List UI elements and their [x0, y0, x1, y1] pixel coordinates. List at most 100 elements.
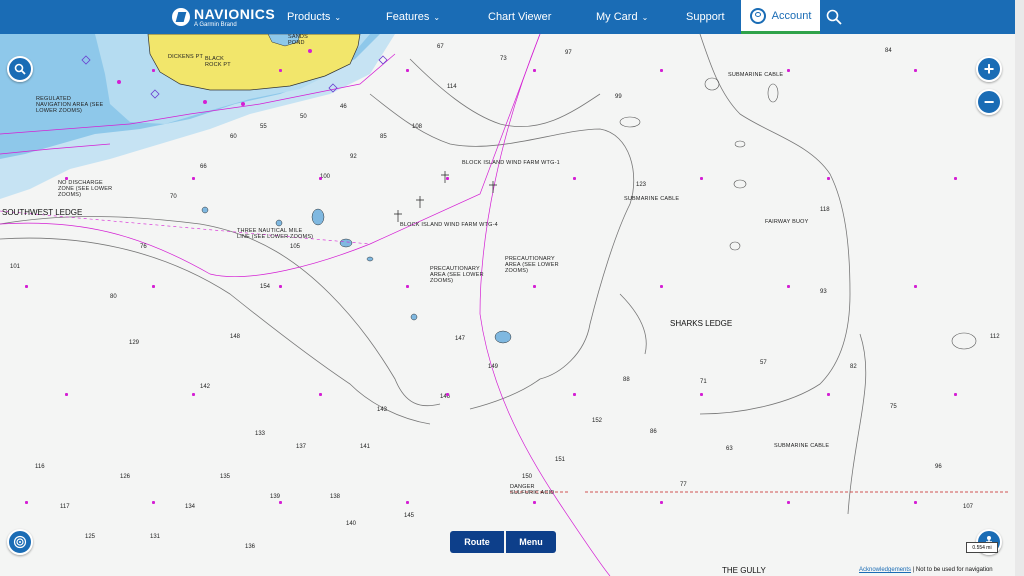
chart-watermark-dot: [660, 69, 663, 72]
depth-sounding: 101: [10, 264, 21, 270]
chart-watermark-dot: [533, 69, 536, 72]
zoom-in-button[interactable]: +: [976, 56, 1002, 82]
depth-sounding: 116: [35, 464, 45, 470]
nav-my-card-label: My Card: [596, 11, 638, 23]
depth-sounding: 114: [447, 84, 457, 90]
three-mile-line-label: THREE NAUTICAL MILE LINE (SEE LOWER ZOOM…: [237, 228, 314, 240]
depth-sounding: 96: [935, 464, 942, 470]
nav-chart-viewer-label: Chart Viewer: [488, 11, 552, 23]
depth-sounding: 80: [110, 294, 117, 300]
zoom-out-icon: −: [983, 91, 995, 112]
chart-watermark-dot: [954, 393, 957, 396]
navionics-logo[interactable]: NAVIONICS A Garmin Brand: [172, 7, 275, 28]
header-search-button[interactable]: [826, 9, 842, 30]
chart-watermark-dot: [700, 393, 703, 396]
chart-watermark-dot: [660, 285, 663, 288]
chart-watermark-dot: [406, 285, 409, 288]
chart-watermark-dot: [787, 285, 790, 288]
nav-support-label: Support: [686, 11, 725, 23]
chart-canvas[interactable]: [0, 34, 1015, 576]
acknowledgements-link[interactable]: Acknowledgements: [859, 567, 911, 573]
chart-watermark-dot: [446, 177, 449, 180]
chart-watermark-dot: [319, 177, 322, 180]
chart-watermark-dot: [25, 501, 28, 504]
depth-sounding: 75: [890, 404, 897, 410]
dickens-pt-label: DICKENS PT: [168, 54, 204, 60]
depth-sounding: 108: [412, 124, 423, 130]
chart-watermark-dot: [954, 177, 957, 180]
depth-sounding: 135: [220, 474, 231, 480]
chart-watermark-dot: [279, 285, 282, 288]
depth-sounding: 86: [650, 429, 657, 435]
chart-watermark-dot: [406, 69, 409, 72]
precautionary-label-2: PRECAUTIONARY AREA (SEE LOWER ZOOMS): [505, 256, 559, 274]
chart-watermark-dot: [914, 69, 917, 72]
window-scrollbar[interactable]: [1015, 0, 1024, 576]
depth-sounding: 147: [455, 336, 466, 342]
depth-sounding: 70: [170, 194, 177, 200]
danger-label: DANGER SULFURIC ACID: [510, 484, 555, 496]
depth-sounding: 67: [437, 44, 444, 50]
place-label-southwest-ledge: SOUTHWEST LEDGE: [2, 208, 83, 217]
map-search-button[interactable]: [7, 56, 33, 82]
menu-button[interactable]: Menu: [506, 531, 556, 553]
chart-watermark-dot: [25, 285, 28, 288]
depth-sounding: 137: [296, 444, 307, 450]
depth-sounding: 140: [346, 521, 357, 527]
depth-sounding: 60: [230, 134, 237, 140]
chart-watermark-dot: [700, 177, 703, 180]
search-icon: [826, 9, 842, 25]
depth-sounding: 143: [377, 407, 388, 413]
depth-sounding: 154: [260, 284, 271, 290]
submarine-cable-label-2: SUBMARINE CABLE: [624, 196, 680, 202]
place-label-sharks-ledge: SHARKS LEDGE: [670, 319, 733, 328]
chart-watermark-dot: [914, 285, 917, 288]
nautical-chart[interactable]: 67 73 97 84 114 99 101 108 118 123 129 133 137 138 140…: [0, 34, 1015, 576]
footer-notice: Acknowledgements | Not to be used for na…: [859, 567, 993, 573]
navionics-chart-viewer: 67 73 97 84 114 99 101 108 118 123 129 133 137 138 140…: [0, 0, 1024, 576]
account-label: Account: [771, 9, 812, 22]
nav-support[interactable]: Support: [686, 0, 725, 34]
nav-features[interactable]: Features ⌄: [386, 0, 440, 34]
wind-farm-label-2: BLOCK ISLAND WIND FARM WTG-1: [462, 160, 560, 166]
depth-sounding: 76: [140, 244, 147, 250]
scale-bar: 0.554 mi: [966, 542, 998, 553]
depth-sounding: 134: [185, 504, 196, 510]
depth-sounding: 126: [120, 474, 131, 480]
top-navigation-bar: NAVIONICS A Garmin Brand Products ⌄ Featu…: [0, 0, 1015, 34]
chevron-down-icon: ⌄: [334, 12, 342, 22]
black-rock-pt-label: BLACK ROCK PT: [205, 56, 231, 68]
nav-products[interactable]: Products ⌄: [287, 0, 341, 34]
depth-sounding: 117: [60, 504, 70, 510]
depth-sounding: 84: [885, 48, 892, 54]
chart-watermark-dot: [573, 393, 576, 396]
depth-sounding: 46: [340, 104, 347, 110]
zoom-in-icon: +: [983, 58, 995, 79]
depth-sounding: 133: [255, 431, 266, 437]
brand-subtitle: A Garmin Brand: [194, 21, 237, 28]
chart-watermark-dot: [446, 393, 449, 396]
precautionary-label-1: PRECAUTIONARY AREA (SEE LOWER ZOOMS): [430, 266, 484, 284]
depth-sounding: 151: [555, 457, 566, 463]
nav-my-card[interactable]: My Card ⌄: [596, 0, 648, 34]
route-button[interactable]: Route: [450, 531, 504, 553]
nav-features-label: Features: [386, 11, 430, 23]
chart-watermark-dot: [65, 393, 68, 396]
nav-products-label: Products: [287, 11, 331, 23]
depth-sounding: 63: [726, 446, 733, 452]
depth-sounding: 138: [330, 494, 341, 500]
nav-chart-viewer[interactable]: Chart Viewer: [488, 0, 551, 34]
submarine-cable-label-3: SUBMARINE CABLE: [774, 443, 830, 449]
depth-sounding: 136: [245, 544, 256, 550]
depth-sounding: 139: [270, 494, 281, 500]
depth-sounding: 125: [85, 534, 96, 540]
zoom-out-button[interactable]: −: [976, 89, 1002, 115]
depth-sounding: 77: [680, 482, 687, 488]
chart-watermark-dot: [827, 393, 830, 396]
depth-sounding: 131: [150, 534, 161, 540]
layers-icon: [13, 535, 27, 549]
layers-button[interactable]: [7, 529, 33, 555]
chevron-down-icon: ⌄: [641, 12, 649, 22]
depth-sounding: 82: [850, 364, 857, 370]
account-button[interactable]: Account: [741, 0, 820, 34]
